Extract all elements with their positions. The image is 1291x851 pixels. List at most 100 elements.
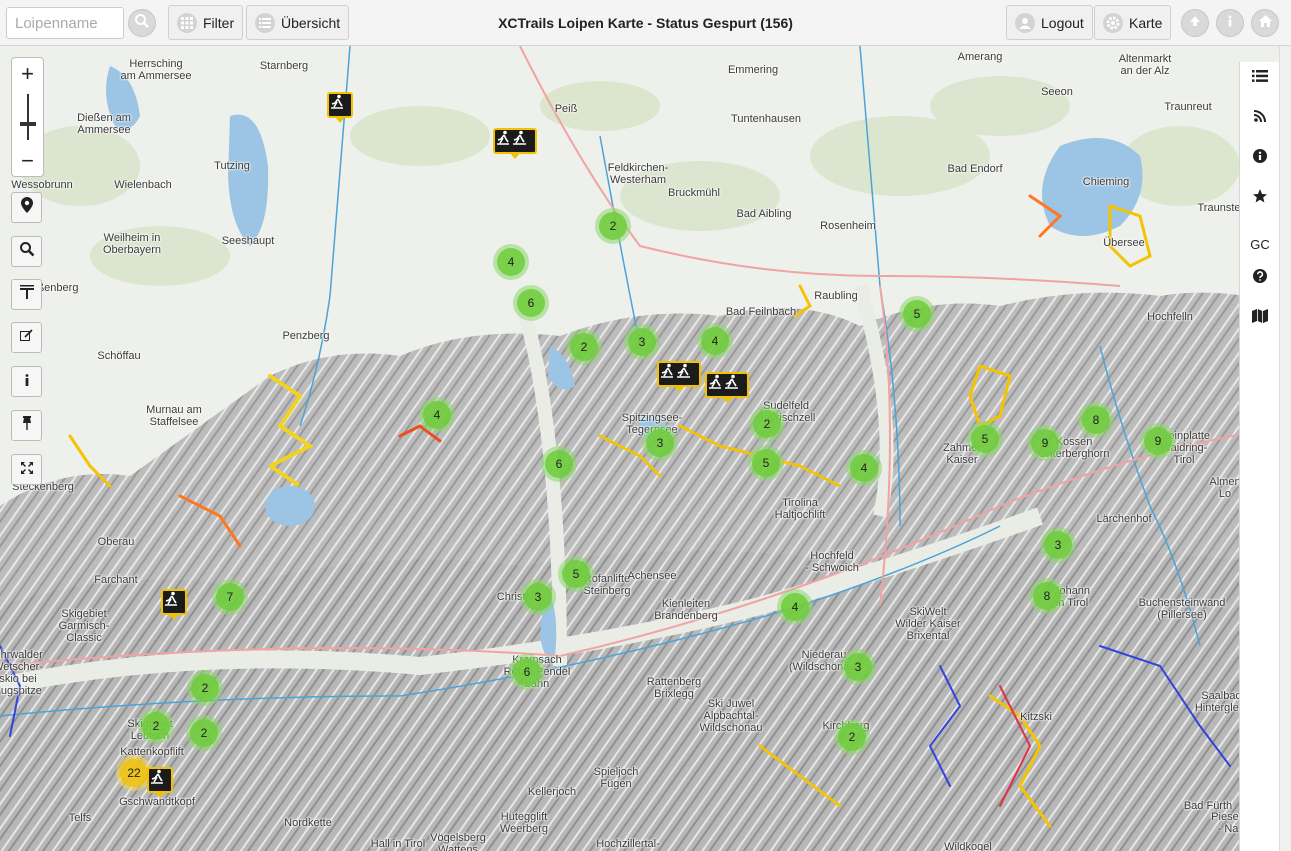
pin-button[interactable] [11,410,42,441]
trail-cluster[interactable]: 2 [138,708,174,744]
map-search-button[interactable] [11,236,42,267]
place-label: Tutzing [214,160,250,172]
zoom-slider[interactable] [27,94,29,140]
place-label: Amerang [957,51,1003,63]
place-label: Murnau am Staffelsee [146,404,202,428]
trail-cluster[interactable]: 9 [1027,425,1063,461]
trail-map[interactable]: Herrsching am Ammersee Starnberg Dießen a… [0,46,1291,851]
scrollbar[interactable] [1279,46,1291,851]
details-button[interactable] [1240,142,1280,172]
place-label: EhrwalderWetscher-skio beiZugspitze [0,649,43,697]
place-label: Tirolina Haltjochlift [774,497,826,521]
trail-cluster[interactable]: 6 [509,654,545,690]
place-label: Hütegglift Weerberg [499,811,549,835]
skier-marker[interactable] [493,128,537,159]
place-label: Bad Fürth [1183,800,1233,812]
filter-label: Filter [203,14,235,31]
edit-button[interactable] [11,322,42,353]
place-label: Farchant [94,574,138,586]
home-button[interactable] [1251,9,1279,37]
info-icon [1224,14,1236,32]
locate-button[interactable] [11,192,42,223]
place-label: Weilheim in Oberbayern [102,232,162,256]
measure-button[interactable] [11,279,42,310]
logout-label: Logout [1041,14,1084,31]
place-label: Wielenbach [114,179,172,191]
map-info-button[interactable] [11,366,42,397]
trail-cluster[interactable]: 5 [899,296,935,332]
scroll-top-button[interactable] [1181,9,1209,37]
trail-cluster[interactable]: 4 [777,589,813,625]
trail-cluster[interactable]: 2 [566,329,602,365]
place-label: Bad Aibling [736,208,792,220]
trail-cluster[interactable]: 2 [749,406,785,442]
trail-cluster[interactable]: 8 [1078,402,1114,438]
logout-button[interactable]: Logout [1006,5,1093,40]
trail-cluster[interactable]: 5 [967,421,1003,457]
help-button[interactable] [1240,262,1280,292]
zoom-in-button[interactable]: + [12,59,43,89]
trail-cluster[interactable]: 2 [595,208,631,244]
place-label: Hochfeld - Schwoich [805,550,859,574]
place-label: Schöffau [97,350,141,362]
trail-cluster[interactable]: 3 [520,579,556,615]
trail-cluster[interactable]: 7 [212,579,248,615]
trail-cluster[interactable]: 3 [642,425,678,461]
trail-cluster[interactable]: 8 [1029,578,1065,614]
place-label: Buchensteinwand (Pillersee) [1138,597,1226,621]
place-label: Traunste [1197,202,1241,214]
trail-cluster[interactable]: 4 [493,244,529,280]
trail-cluster[interactable]: 4 [846,450,882,486]
trail-cluster[interactable]: 4 [419,397,455,433]
list-view-button[interactable] [1240,62,1280,92]
trail-cluster[interactable]: 6 [513,285,549,321]
fullscreen-button[interactable] [11,454,42,485]
overview-button[interactable]: Übersicht [246,5,350,40]
place-label: Rattenberg Brixlegg [646,676,702,700]
list-icon [1252,69,1268,85]
skier-marker[interactable] [327,92,353,123]
search-icon [134,13,150,34]
trail-cluster[interactable]: 5 [748,445,784,481]
skier-marker[interactable] [161,589,187,620]
trail-cluster[interactable]: 3 [1040,527,1076,563]
place-label: Oberau [97,536,135,548]
gc-button[interactable]: GC [1240,229,1280,259]
skier-marker[interactable] [705,372,749,403]
info-circle-icon [1253,148,1267,166]
trail-cluster[interactable]: 2 [834,719,870,755]
search-input[interactable] [6,7,124,39]
place-label: Bruckmühl [668,187,720,199]
trail-cluster[interactable]: 3 [624,324,660,360]
place-label: Bad Endorf [947,163,1003,175]
map-button[interactable]: Karte [1094,5,1172,40]
place-label: Bad Feilnbach [725,306,797,318]
list-icon [255,12,275,33]
rss-button[interactable] [1240,102,1280,132]
trail-cluster[interactable]: 2 [187,670,223,706]
place-label: Chieming [1082,176,1130,188]
place-label: Starnberg [259,60,309,72]
place-label: Wildkogel [944,841,992,851]
zoom-slider-handle[interactable] [20,122,36,126]
trail-cluster[interactable]: 2 [186,715,222,751]
favorites-button[interactable] [1240,182,1280,212]
place-label: Peiß [554,103,578,115]
info-button[interactable] [1216,9,1244,37]
grid-icon [177,12,197,33]
trail-cluster[interactable]: 6 [541,446,577,482]
search-button[interactable] [128,9,156,37]
filter-button[interactable]: Filter [168,5,244,40]
place-label: Traunreut [1164,101,1212,113]
skier-marker[interactable] [657,361,701,392]
place-label: Feldkirchen- Westerham [607,162,669,186]
skier-marker[interactable] [147,767,173,798]
place-label: Penzberg [282,330,330,342]
trail-cluster[interactable]: 3 [840,649,876,685]
trail-cluster[interactable]: 5 [558,556,594,592]
map-layers-button[interactable] [1240,302,1280,332]
zoom-out-button[interactable]: − [12,146,43,176]
place-label: Kienleiten Brandenberg [654,598,718,622]
trail-cluster[interactable]: 9 [1140,423,1176,459]
trail-cluster[interactable]: 4 [697,323,733,359]
